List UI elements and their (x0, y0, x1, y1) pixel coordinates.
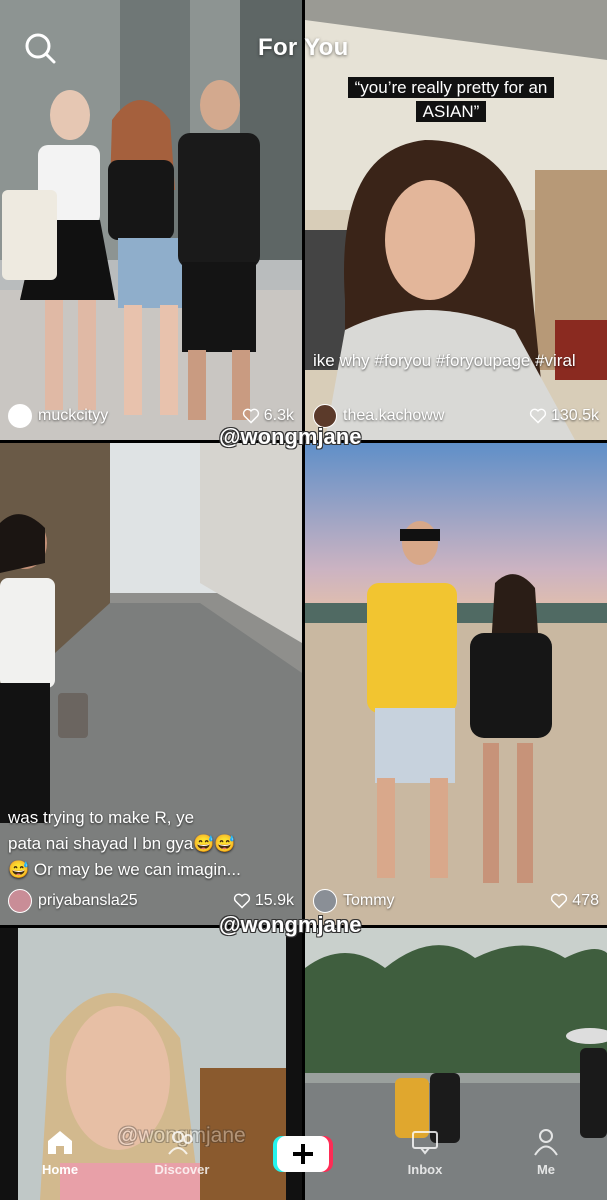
nav-inbox-label: Inbox (407, 1162, 443, 1177)
video-tile[interactable]: was trying to make R, ye pata nai shayad… (0, 443, 302, 925)
inbox-icon (412, 1131, 438, 1155)
discover-icon (168, 1131, 193, 1155)
avatar (313, 889, 337, 913)
creator[interactable]: priyabansla25 (8, 889, 138, 913)
creator-name: muckcityy (38, 407, 109, 424)
bottom-nav: Home Discover Inbox Me (0, 1120, 607, 1200)
like-count: 478 (550, 892, 599, 910)
me-icon (534, 1129, 558, 1156)
heart-icon (233, 893, 250, 909)
home-icon (48, 1131, 72, 1154)
tile-meta: Tommy 478 (313, 887, 599, 915)
heart-icon (551, 893, 568, 909)
watermark: @wongmjane (219, 424, 362, 449)
likes-value: 130.5k (550, 407, 599, 424)
caption-line: pata nai shayad I bn gya😅😅 (8, 834, 236, 853)
video-thumbnail (305, 443, 607, 925)
creator[interactable]: Tommy (313, 889, 395, 913)
watermark: @wongmjane (219, 912, 362, 937)
nav-home[interactable]: Home (15, 1128, 105, 1177)
like-count: 15.9k (233, 892, 294, 910)
like-count: 130.5k (529, 407, 599, 425)
video-caption: was trying to make R, ye pata nai shayad… (8, 805, 294, 883)
video-tile[interactable]: Tommy 478 (305, 443, 607, 925)
heart-icon (529, 408, 547, 424)
nav-me[interactable]: Me (501, 1128, 591, 1177)
nav-me-label: Me (536, 1162, 556, 1177)
avatar (8, 404, 32, 428)
nav-inbox[interactable]: Inbox (380, 1128, 470, 1177)
tile-meta: priyabansla25 15.9k (8, 887, 294, 915)
avatar (8, 889, 32, 913)
creator-name: priyabansla25 (38, 892, 138, 909)
likes-value: 15.9k (254, 892, 294, 909)
caption-line: 😅 Or may be we can imagin... (8, 860, 241, 879)
plus-icon[interactable] (273, 1134, 333, 1174)
creator-name: thea.kachoww (343, 407, 445, 424)
search-icon[interactable] (24, 32, 56, 64)
caption-line: was trying to make R, ye (8, 808, 195, 827)
nav-discover[interactable]: Discover (137, 1128, 227, 1177)
likes-value: 6.3k (263, 407, 294, 424)
heart-icon (242, 408, 259, 424)
nav-discover-label: Discover (154, 1162, 210, 1177)
video-caption: ike why #foryou #foryoupage #viral (313, 351, 576, 370)
nav-home-label: Home (41, 1162, 79, 1177)
video-grid: muckcityy 6.3k “you’re really pretty for… (0, 0, 607, 1200)
top-bar: For You (0, 0, 607, 90)
creator-name: Tommy (343, 892, 395, 909)
page-title[interactable]: For You (258, 34, 349, 62)
like-count: 6.3k (242, 407, 294, 425)
creator[interactable]: muckcityy (8, 404, 108, 428)
likes-value: 478 (572, 892, 599, 909)
